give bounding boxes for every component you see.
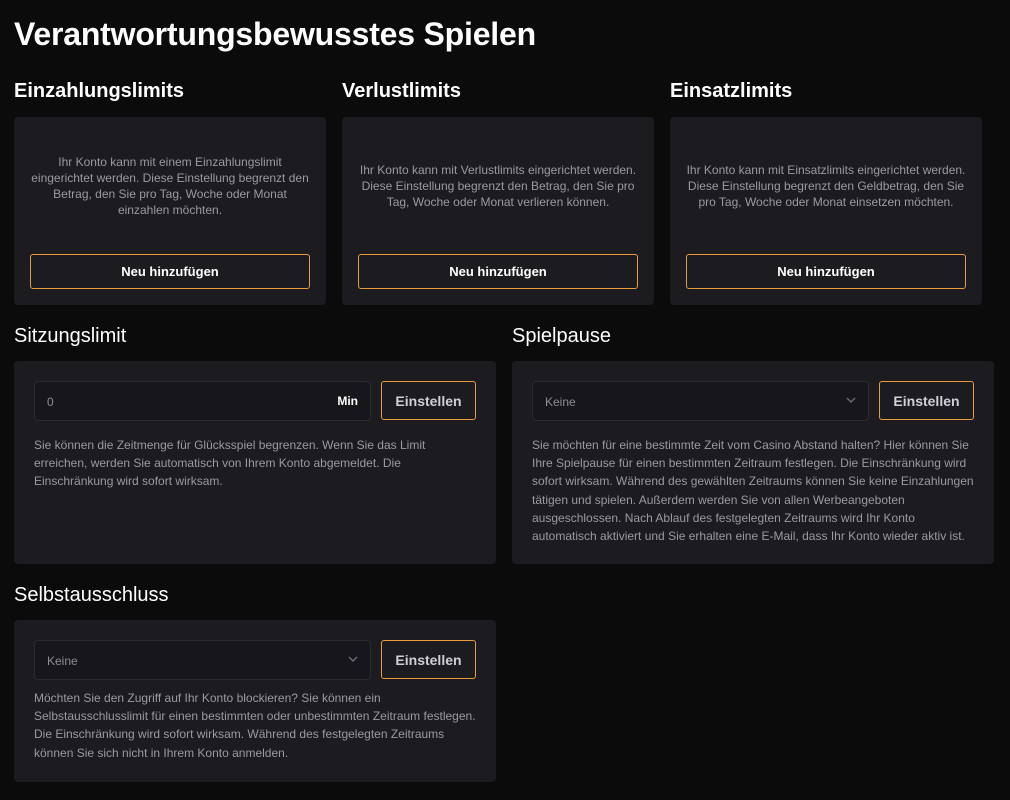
game-pause-title: Spielpause — [512, 325, 611, 347]
game-pause-description: Sie möchten für eine bestimmte Zeit vom … — [532, 438, 974, 544]
game-pause-select[interactable]: Keine — [532, 381, 869, 421]
self-exclusion-card: Keine Einstellen Möchten Sie den Zugriff… — [14, 620, 496, 782]
set-game-pause-button[interactable]: Einstellen — [879, 381, 974, 420]
session-limit-value: 0 — [47, 395, 54, 409]
self-exclusion-select[interactable]: Keine — [34, 640, 371, 680]
game-pause-card: Keine Einstellen Sie möchten für eine be… — [512, 361, 994, 564]
self-exclusion-selected: Keine — [47, 654, 78, 668]
add-loss-limit-button[interactable]: Neu hinzufügen — [358, 254, 638, 289]
loss-limits-description: Ihr Konto kann mit Verlustlimits eingeri… — [359, 163, 637, 209]
deposit-limits-card: Ihr Konto kann mit einem Einzahlungslimi… — [14, 117, 326, 305]
session-limit-unit: Min — [337, 394, 358, 408]
deposit-limits-title: Einzahlungslimits — [14, 80, 185, 102]
set-self-exclusion-button[interactable]: Einstellen — [381, 640, 476, 679]
add-deposit-limit-button[interactable]: Neu hinzufügen — [30, 254, 310, 289]
self-exclusion-description: Möchten Sie den Zugriff auf Ihr Konto bl… — [34, 691, 476, 760]
wager-limits-description: Ihr Konto kann mit Einsatzlimits eingeri… — [686, 163, 966, 209]
game-pause-selected: Keine — [545, 395, 576, 409]
session-limit-description: Sie können die Zeitmenge für Glücksspiel… — [34, 438, 426, 489]
add-wager-limit-button[interactable]: Neu hinzufügen — [686, 254, 966, 289]
session-limit-input[interactable]: 0 Min — [34, 381, 371, 421]
page-title: Verantwortungsbewusstes Spielen — [14, 16, 536, 52]
responsible-gaming-page: Verantwortungsbewusstes Spielen Einzahlu… — [0, 0, 1010, 800]
session-limit-card: 0 Min Einstellen Sie können die Zeitmeng… — [14, 361, 496, 564]
set-session-limit-button[interactable]: Einstellen — [381, 381, 476, 420]
wager-limits-card: Ihr Konto kann mit Einsatzlimits eingeri… — [670, 117, 982, 305]
loss-limits-card: Ihr Konto kann mit Verlustlimits eingeri… — [342, 117, 654, 305]
chevron-down-icon — [348, 656, 358, 662]
chevron-down-icon — [846, 397, 856, 403]
deposit-limits-description: Ihr Konto kann mit einem Einzahlungslimi… — [31, 155, 309, 217]
session-limit-title: Sitzungslimit — [14, 325, 127, 347]
self-exclusion-title: Selbstausschluss — [14, 584, 169, 606]
loss-limits-title: Verlustlimits — [342, 80, 461, 102]
wager-limits-title: Einsatzlimits — [670, 80, 793, 102]
